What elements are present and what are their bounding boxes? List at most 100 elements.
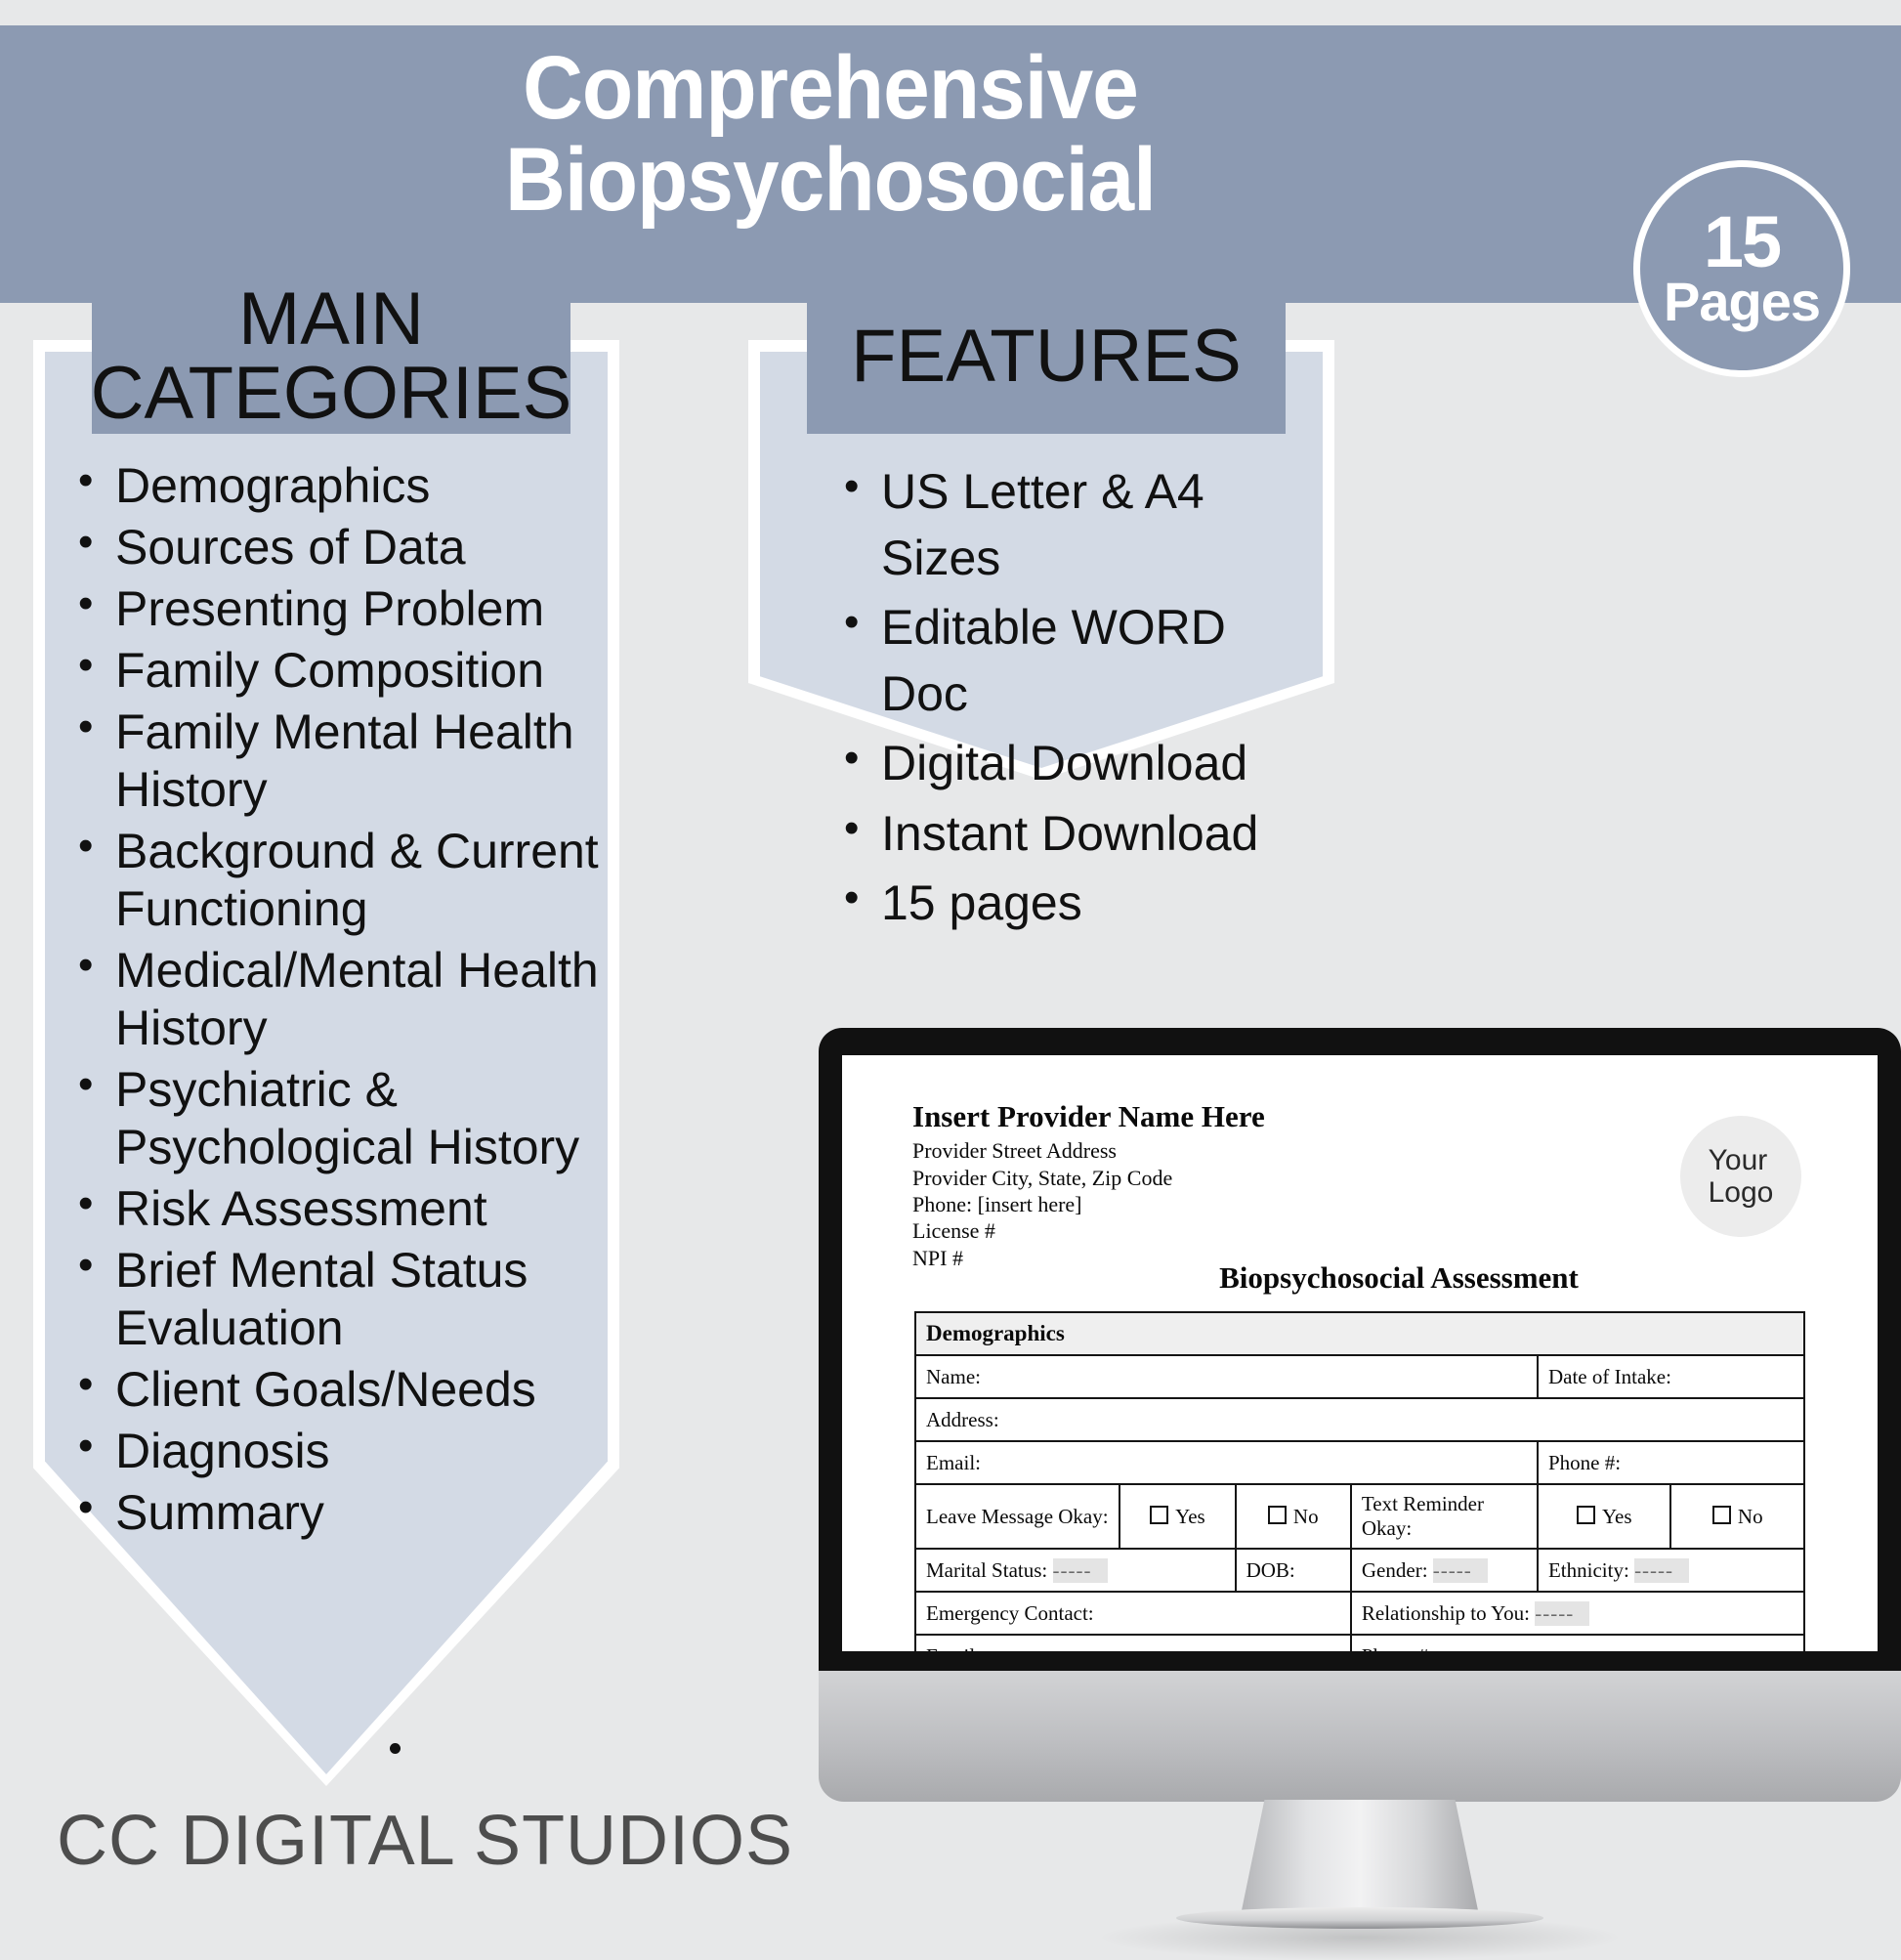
- field-gender: Gender: -----: [1349, 1548, 1539, 1593]
- monitor-chin: [819, 1671, 1901, 1802]
- monitor-stand-base: [1176, 1907, 1543, 1929]
- table-row: Emergency Contact: Relationship to You: …: [914, 1591, 1806, 1636]
- checkbox-label: Yes: [1601, 1504, 1632, 1528]
- list-item: Family Composition: [70, 640, 606, 700]
- field-relationship: Relationship to You: -----: [1349, 1591, 1806, 1636]
- field-marital-status: Marital Status: -----: [914, 1548, 1237, 1593]
- dropdown-value[interactable]: -----: [1535, 1600, 1590, 1626]
- checkbox-label: No: [1737, 1504, 1763, 1528]
- monitor-stand-neck: [1241, 1800, 1479, 1915]
- provider-license: License #: [912, 1218, 995, 1244]
- list-item-label: Presenting Problem: [115, 581, 545, 636]
- list-item-label: Demographics: [115, 458, 431, 513]
- dropdown-value[interactable]: -----: [1052, 1557, 1108, 1583]
- brand-name: CC DIGITAL STUDIOS: [57, 1802, 794, 1880]
- list-item-label: Risk Assessment: [115, 1181, 487, 1236]
- field-date-of-intake: Date of Intake:: [1536, 1354, 1806, 1399]
- provider-city: Provider City, State, Zip Code: [912, 1165, 1173, 1190]
- leave-message-yes[interactable]: Yes: [1119, 1483, 1237, 1550]
- decorative-dot: [390, 1743, 401, 1754]
- table-row: Leave Message Okay: Yes No Text Reminder…: [913, 1483, 1805, 1550]
- list-item-label: Family Composition: [115, 643, 545, 698]
- list-item-label: Client Goals/Needs: [115, 1362, 536, 1417]
- field-phone: Phone #:: [1536, 1440, 1806, 1485]
- list-item: Instant Download: [836, 799, 1321, 868]
- field-phone-secondary: Phone #:: [1349, 1634, 1806, 1651]
- document-title: Biopsychosocial Assessment: [1219, 1260, 1579, 1295]
- list-item: Client Goals/Needs: [70, 1359, 606, 1419]
- table-row: Name: Date of Intake:: [914, 1354, 1806, 1399]
- list-item-label: Instant Download: [881, 805, 1259, 861]
- field-label: Relationship to You:: [1361, 1600, 1531, 1625]
- checkbox-icon[interactable]: [1711, 1505, 1731, 1524]
- logo-placeholder: Your Logo: [1680, 1116, 1801, 1237]
- list-item-label: US Letter & A4 Sizes: [881, 464, 1204, 585]
- provider-name: Insert Provider Name Here: [912, 1099, 1265, 1133]
- field-email-secondary: Email:: [914, 1634, 1352, 1651]
- list-item-label: Digital Download: [881, 736, 1248, 790]
- list-item: 15 pages: [836, 869, 1321, 937]
- field-address: Address:: [914, 1397, 1805, 1442]
- list-item: US Letter & A4 Sizes: [836, 457, 1321, 591]
- checkbox-icon[interactable]: [1150, 1505, 1169, 1524]
- list-item-label: Sources of Data: [115, 520, 466, 575]
- main-categories-list: Demographics Sources of Data Presenting …: [70, 455, 606, 1546]
- list-item-label: Diagnosis: [115, 1424, 330, 1478]
- field-ethnicity: Ethnicity: -----: [1536, 1548, 1806, 1593]
- table-row: Marital Status: ----- DOB: Gender: -----…: [914, 1548, 1806, 1593]
- checkbox-label: Yes: [1175, 1504, 1205, 1528]
- monitor-mockup: Insert Provider Name Here Provider Stree…: [819, 1028, 1901, 1960]
- list-item-label: Medical/Mental Health History: [115, 943, 599, 1055]
- list-item: Digital Download: [836, 729, 1321, 797]
- checkbox-icon[interactable]: [1267, 1505, 1287, 1524]
- text-reminder-no[interactable]: No: [1669, 1483, 1805, 1550]
- text-reminder-yes[interactable]: Yes: [1536, 1483, 1672, 1550]
- field-text-reminder: Text Reminder Okay:: [1349, 1483, 1539, 1550]
- table-section-row: Demographics: [914, 1311, 1805, 1356]
- features-panel: FEATURES US Letter & A4 Sizes Editable W…: [748, 279, 1334, 930]
- list-item: Brief Mental Status Evaluation: [70, 1240, 606, 1357]
- list-item: Family Mental Health History: [70, 702, 606, 819]
- list-item-label: Psychiatric & Psychological History: [115, 1062, 580, 1174]
- list-item: Psychiatric & Psychological History: [70, 1059, 606, 1176]
- field-name: Name:: [914, 1354, 1539, 1399]
- field-dob: DOB:: [1234, 1548, 1352, 1593]
- list-item: Diagnosis: [70, 1421, 606, 1480]
- field-email: Email:: [914, 1440, 1539, 1485]
- list-item-label: Summary: [115, 1485, 324, 1540]
- table-row: Address:: [914, 1397, 1805, 1442]
- field-label: Gender:: [1361, 1557, 1428, 1582]
- checkbox-label: No: [1292, 1504, 1319, 1528]
- provider-street: Provider Street Address: [912, 1138, 1117, 1164]
- list-item: Medical/Mental Health History: [70, 940, 606, 1057]
- monitor-screen: Insert Provider Name Here Provider Stree…: [842, 1055, 1878, 1651]
- field-leave-message: Leave Message Okay:: [913, 1483, 1121, 1550]
- table-row: Email: Phone #:: [914, 1440, 1806, 1485]
- list-item: Sources of Data: [70, 517, 606, 576]
- section-header: Demographics: [914, 1311, 1805, 1356]
- leave-message-no[interactable]: No: [1234, 1483, 1352, 1550]
- main-categories-heading: MAIN CATEGORIES: [90, 277, 572, 435]
- provider-phone: Phone: [insert here]: [912, 1191, 1082, 1216]
- features-list: US Letter & A4 Sizes Editable WORD Doc D…: [836, 457, 1321, 941]
- features-heading: FEATURES: [807, 279, 1286, 434]
- page-title: Comprehensive Biopsychosocial: [505, 38, 1157, 230]
- dropdown-value[interactable]: -----: [1634, 1557, 1690, 1583]
- field-label: Ethnicity:: [1547, 1557, 1629, 1582]
- list-item-label: 15 pages: [881, 875, 1082, 930]
- list-item-label: Editable WORD Doc: [881, 600, 1226, 721]
- list-item: Background & Current Functioning: [70, 821, 606, 938]
- dropdown-value[interactable]: -----: [1432, 1557, 1488, 1583]
- list-item-label: Brief Mental Status Evaluation: [115, 1243, 528, 1355]
- pages-badge-label: Pages: [1664, 271, 1821, 333]
- demographics-table: Demographics Name: Date of Intake: Addre…: [913, 1311, 1806, 1651]
- pages-badge: 15 Pages: [1633, 160, 1850, 377]
- list-item-label: Family Mental Health History: [115, 704, 574, 817]
- list-item: Editable WORD Doc: [836, 593, 1321, 727]
- monitor-bezel: Insert Provider Name Here Provider Stree…: [819, 1028, 1901, 1673]
- document-preview: Insert Provider Name Here Provider Stree…: [842, 1055, 1878, 1651]
- table-row: Email: Phone #:: [914, 1634, 1806, 1651]
- list-item-label: Background & Current Functioning: [115, 824, 599, 936]
- field-label: Marital Status:: [926, 1557, 1048, 1582]
- checkbox-icon[interactable]: [1576, 1505, 1595, 1524]
